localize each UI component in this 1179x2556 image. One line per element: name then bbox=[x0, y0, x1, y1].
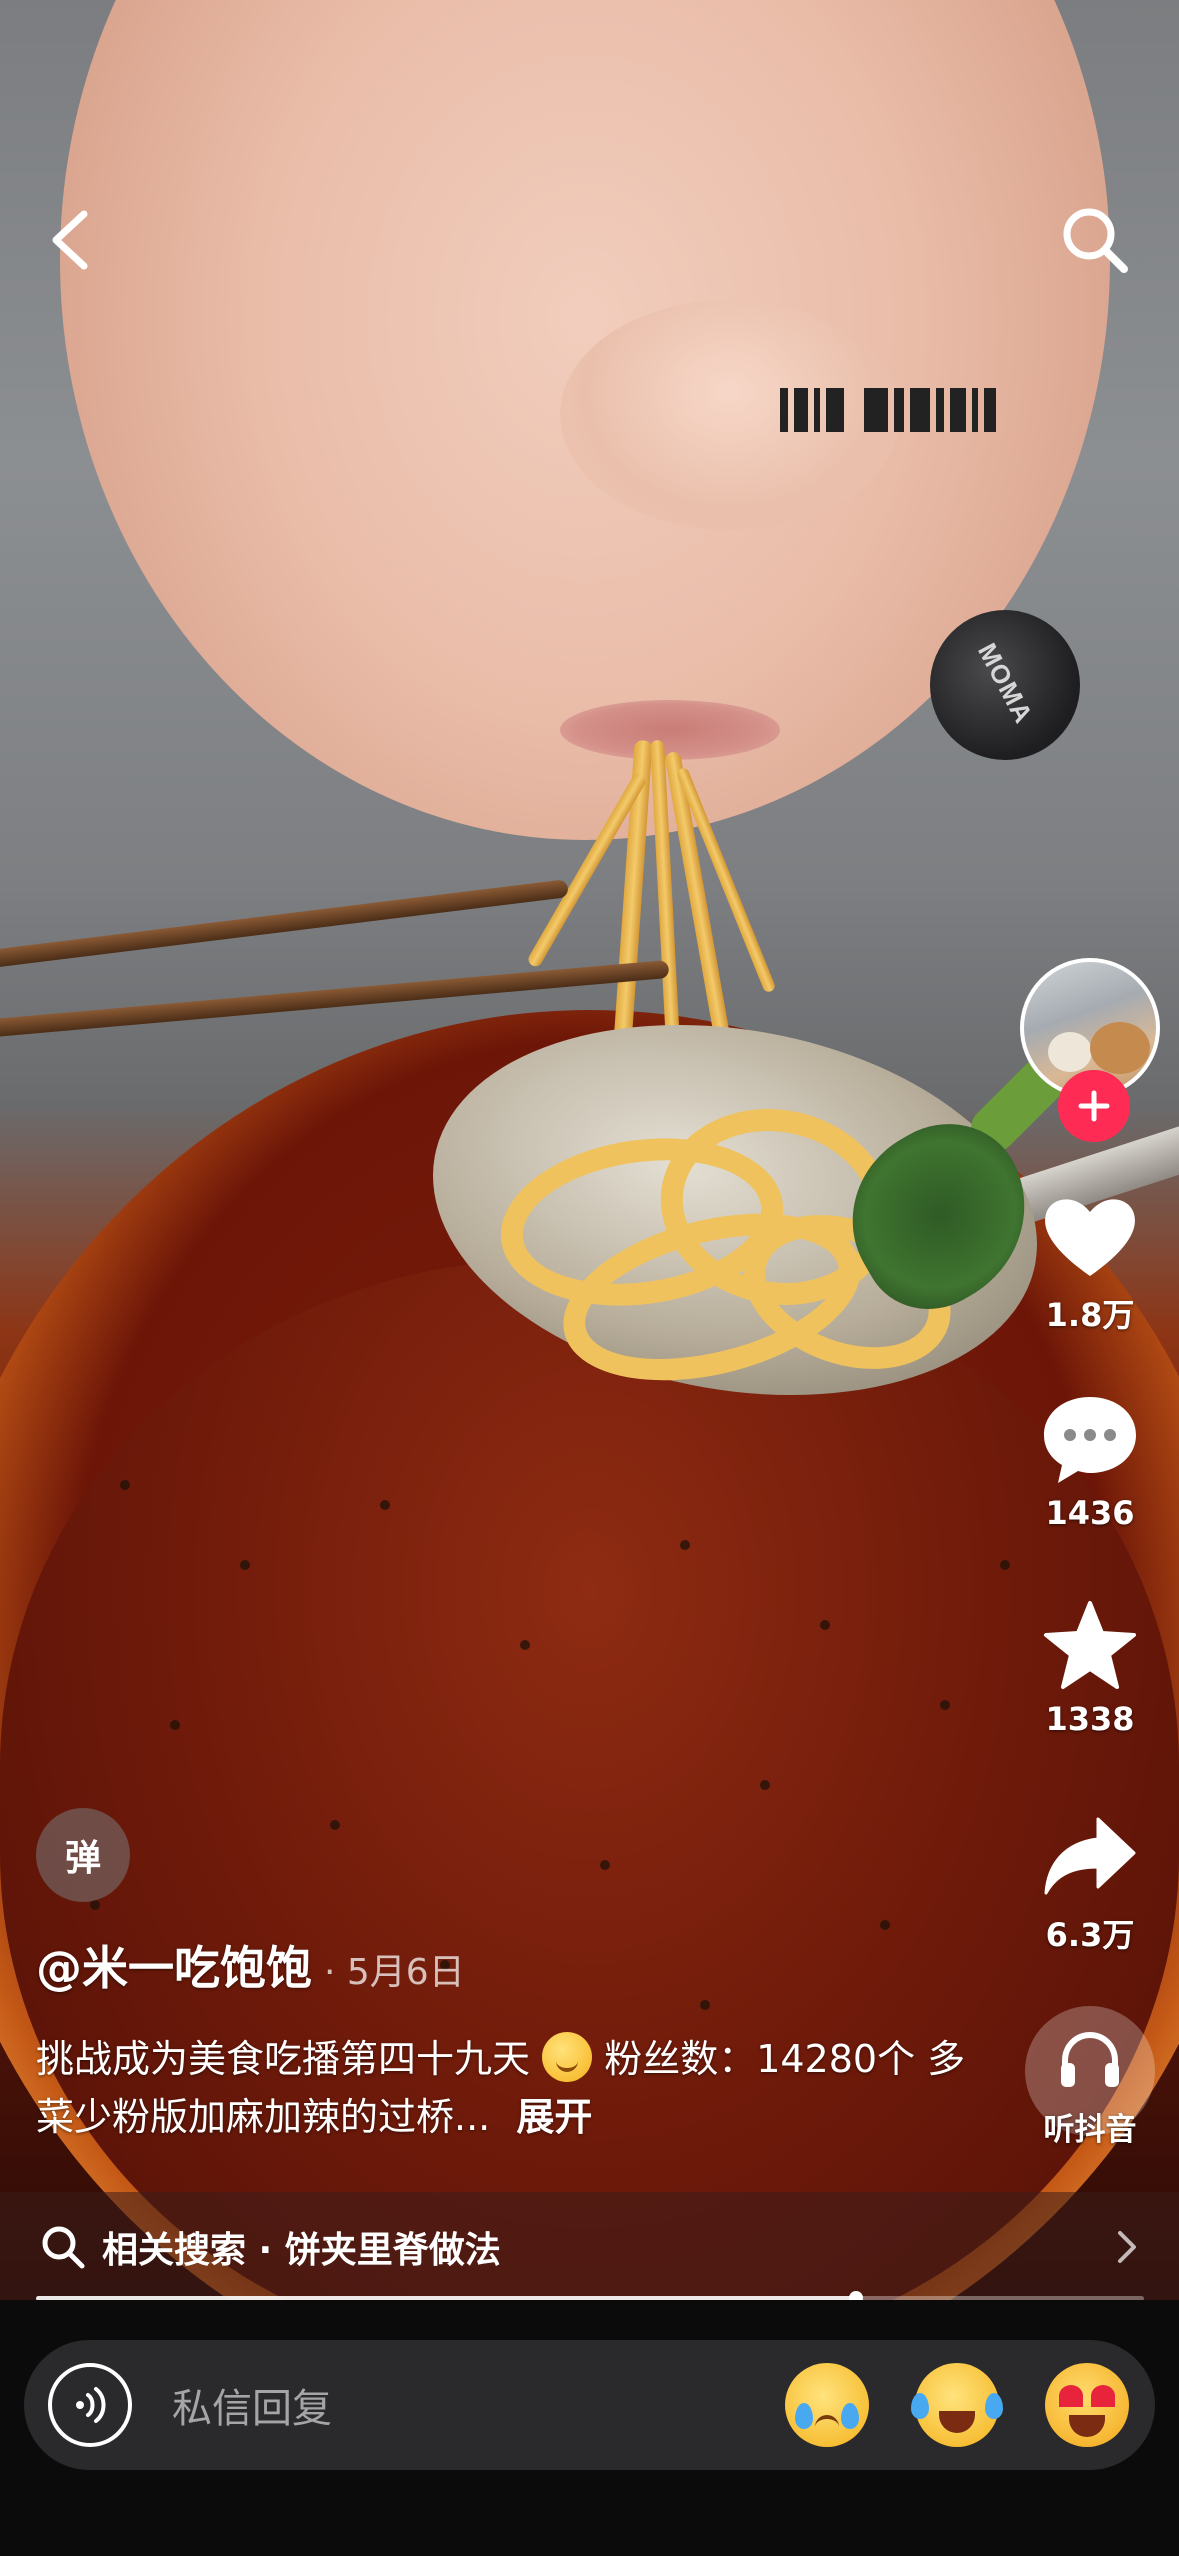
smiling-face-icon bbox=[542, 2032, 593, 2082]
like-button[interactable]: 1.8万 bbox=[1030, 1180, 1150, 1336]
like-count: 1.8万 bbox=[1045, 1296, 1135, 1334]
person-mouth bbox=[560, 700, 780, 760]
crying-face-icon[interactable] bbox=[785, 2363, 869, 2447]
favorite-button[interactable]: 1338 bbox=[1030, 1590, 1150, 1738]
post-date: · 5月6日 bbox=[324, 1952, 465, 1993]
chopstick bbox=[0, 879, 569, 969]
video-caption[interactable]: 挑战成为美食吃播第四十九天 粉丝数：14280个 多菜少粉版加麻加辣的过桥...… bbox=[36, 2030, 996, 2146]
headphones-icon bbox=[1061, 2031, 1119, 2087]
search-button[interactable] bbox=[1050, 200, 1140, 280]
share-arrow-icon bbox=[1044, 1817, 1136, 1895]
chevron-left-icon bbox=[52, 210, 88, 270]
reply-input-box[interactable]: 私信回复 bbox=[24, 2340, 1155, 2470]
bottom-bar: 私信回复 bbox=[0, 2300, 1179, 2556]
search-icon bbox=[42, 2226, 85, 2269]
share-count: 6.3万 bbox=[1045, 1916, 1135, 1954]
search-icon bbox=[1063, 208, 1128, 273]
related-search-bar[interactable]: 相关搜索 · 饼夹里脊做法 bbox=[0, 2192, 1179, 2302]
heart-icon bbox=[1045, 1199, 1135, 1276]
voice-wave-icon bbox=[76, 2387, 106, 2423]
laugh-cry-face-icon[interactable] bbox=[911, 2363, 1003, 2447]
back-button[interactable] bbox=[30, 200, 110, 280]
avatar-cat-icon bbox=[1048, 1032, 1092, 1072]
related-search-text: 相关搜索 · 饼夹里脊做法 bbox=[102, 2230, 501, 2271]
author-line: @米一吃饱饱 · 5月6日 bbox=[36, 1932, 465, 1998]
listen-label: 听抖音 bbox=[1043, 2112, 1137, 2148]
star-icon bbox=[1044, 1601, 1136, 1689]
expand-caption-button[interactable]: 展开 bbox=[516, 2095, 592, 2139]
follow-button[interactable] bbox=[1058, 1070, 1130, 1142]
video-noise-overlay bbox=[780, 388, 1060, 432]
author-name[interactable]: @米一吃饱饱 bbox=[36, 1932, 312, 1998]
voice-input-button[interactable] bbox=[48, 2363, 132, 2447]
comment-bubble-icon bbox=[1044, 1397, 1136, 1483]
comment-button[interactable]: 1436 bbox=[1030, 1384, 1150, 1532]
caption-text-1: 挑战成为美食吃播第四十九天 bbox=[36, 2037, 531, 2081]
comment-count: 1436 bbox=[1045, 1494, 1135, 1532]
danmaku-toggle[interactable]: 弹 bbox=[36, 1808, 130, 1902]
share-button[interactable]: 6.3万 bbox=[1030, 1800, 1150, 1956]
favorite-count: 1338 bbox=[1045, 1700, 1135, 1738]
plus-icon bbox=[1078, 1090, 1110, 1122]
chevron-right-icon bbox=[1118, 2231, 1136, 2263]
reply-placeholder[interactable]: 私信回复 bbox=[172, 2376, 785, 2434]
heart-eyes-face-icon[interactable] bbox=[1045, 2363, 1129, 2447]
